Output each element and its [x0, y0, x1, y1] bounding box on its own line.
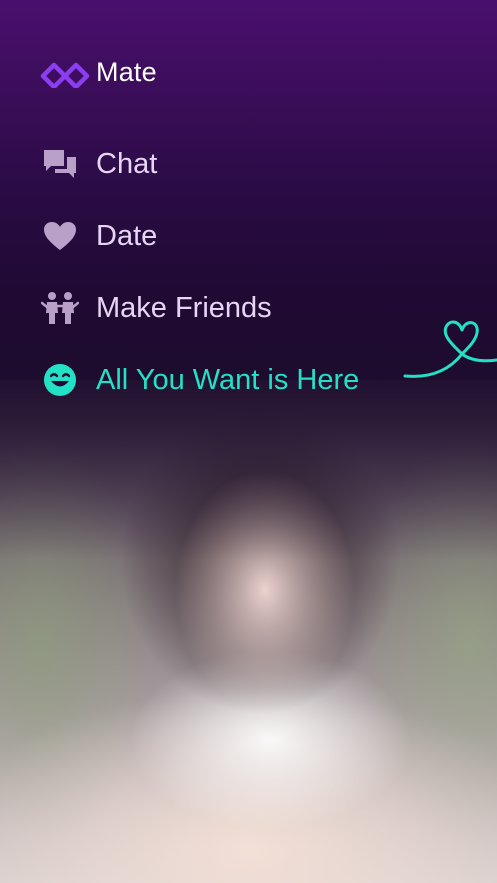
feature-chat: Chat: [40, 128, 359, 200]
smiley-icon: [40, 360, 80, 400]
feature-make-friends-label: Make Friends: [96, 291, 272, 324]
feature-make-friends: Make Friends: [40, 272, 359, 344]
feature-all-you-want: All You Want is Here: [40, 344, 359, 416]
app-logo: Mate: [40, 56, 157, 88]
app-name: Mate: [96, 56, 157, 87]
chat-bubbles-icon: [40, 144, 80, 184]
heart-line-flourish-icon: [403, 320, 497, 378]
feature-date: Date: [40, 200, 359, 272]
heart-icon: [40, 216, 80, 256]
feature-date-label: Date: [96, 219, 158, 252]
feature-list: Chat Date Make Friends All You Want is H…: [40, 128, 359, 416]
mate-logo-icon: [40, 62, 90, 88]
splash-screen: Mate Chat Date Make Friends All You Want…: [0, 0, 497, 883]
feature-chat-label: Chat: [96, 147, 158, 180]
feature-all-you-want-label: All You Want is Here: [96, 363, 360, 396]
friends-icon: [40, 288, 80, 328]
